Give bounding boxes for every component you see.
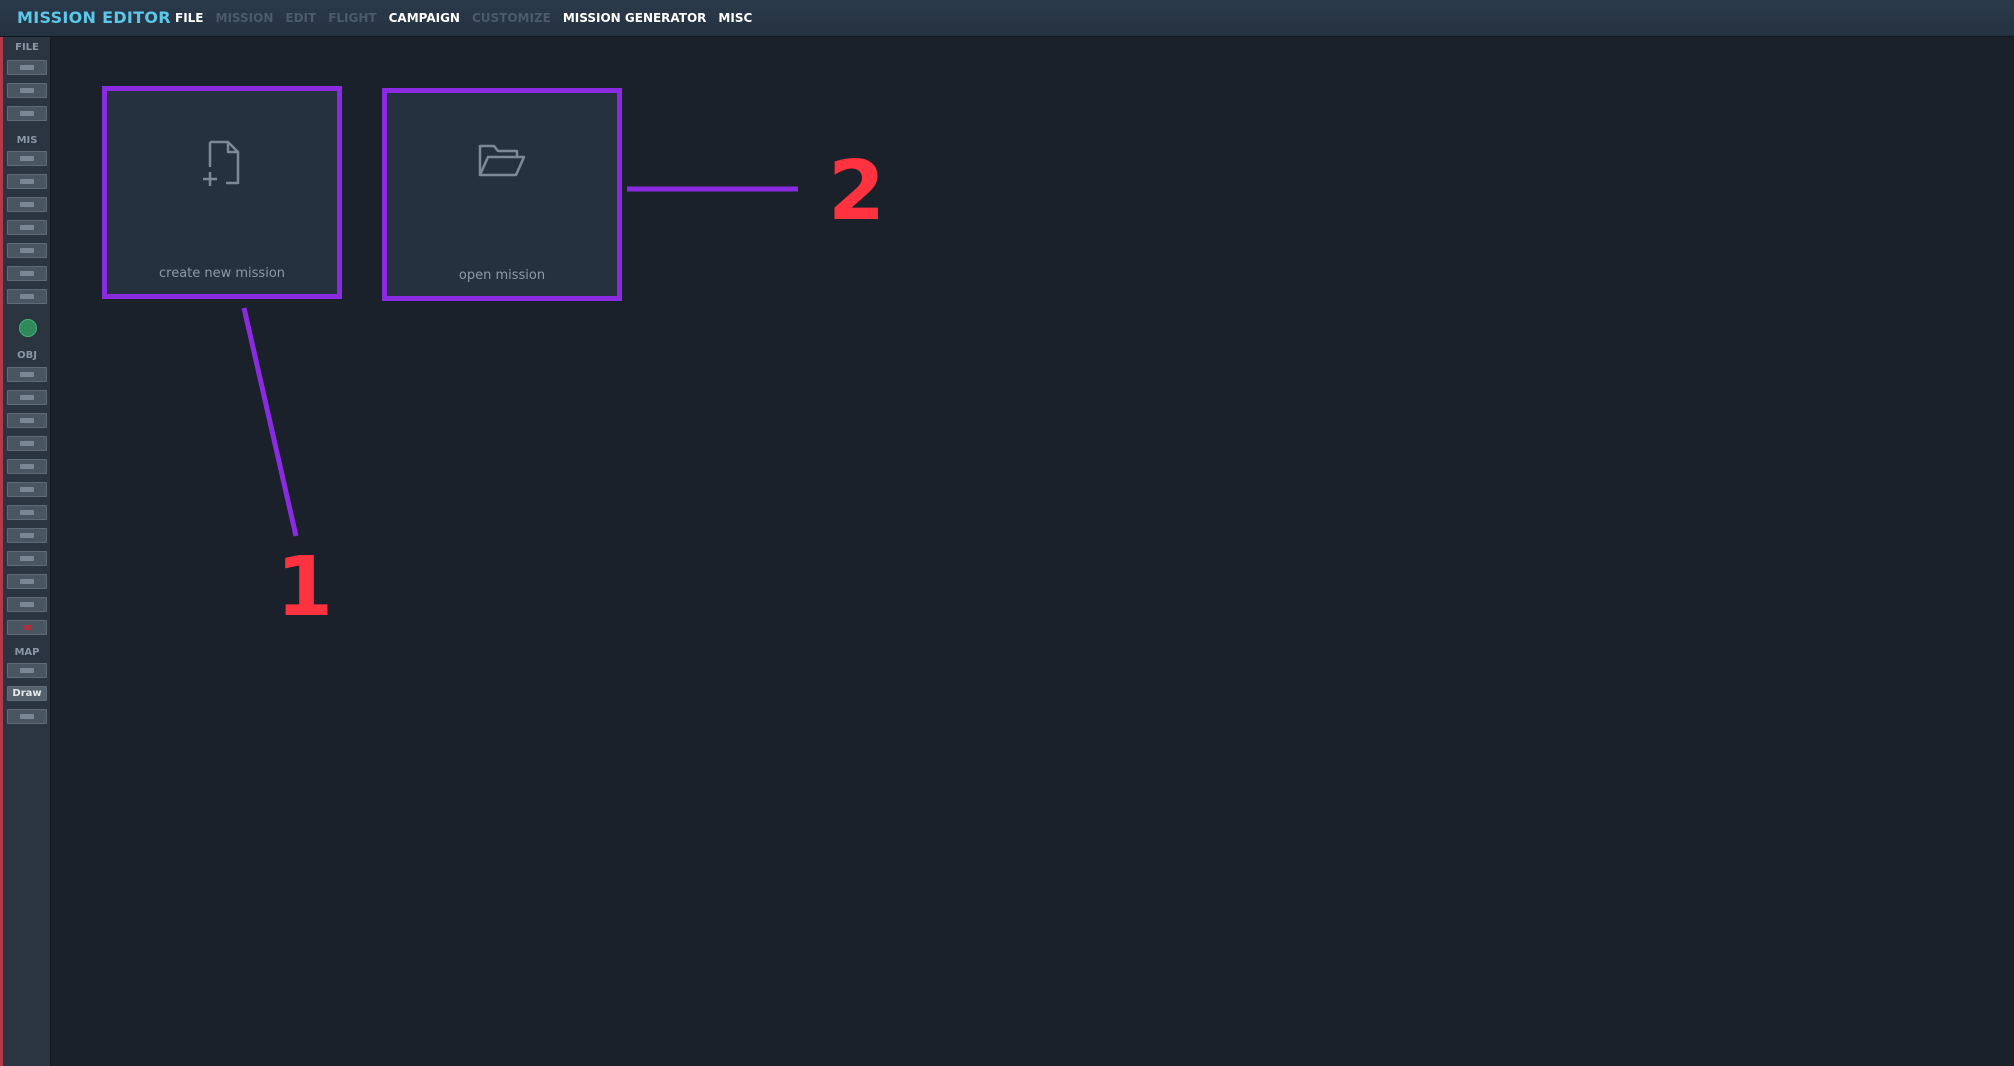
annotation-lines (241, 186, 798, 537)
annotation-label-1: 1 (276, 540, 334, 635)
annotation-label-2: 2 (828, 144, 886, 239)
annotation-line-1 (241, 307, 299, 537)
